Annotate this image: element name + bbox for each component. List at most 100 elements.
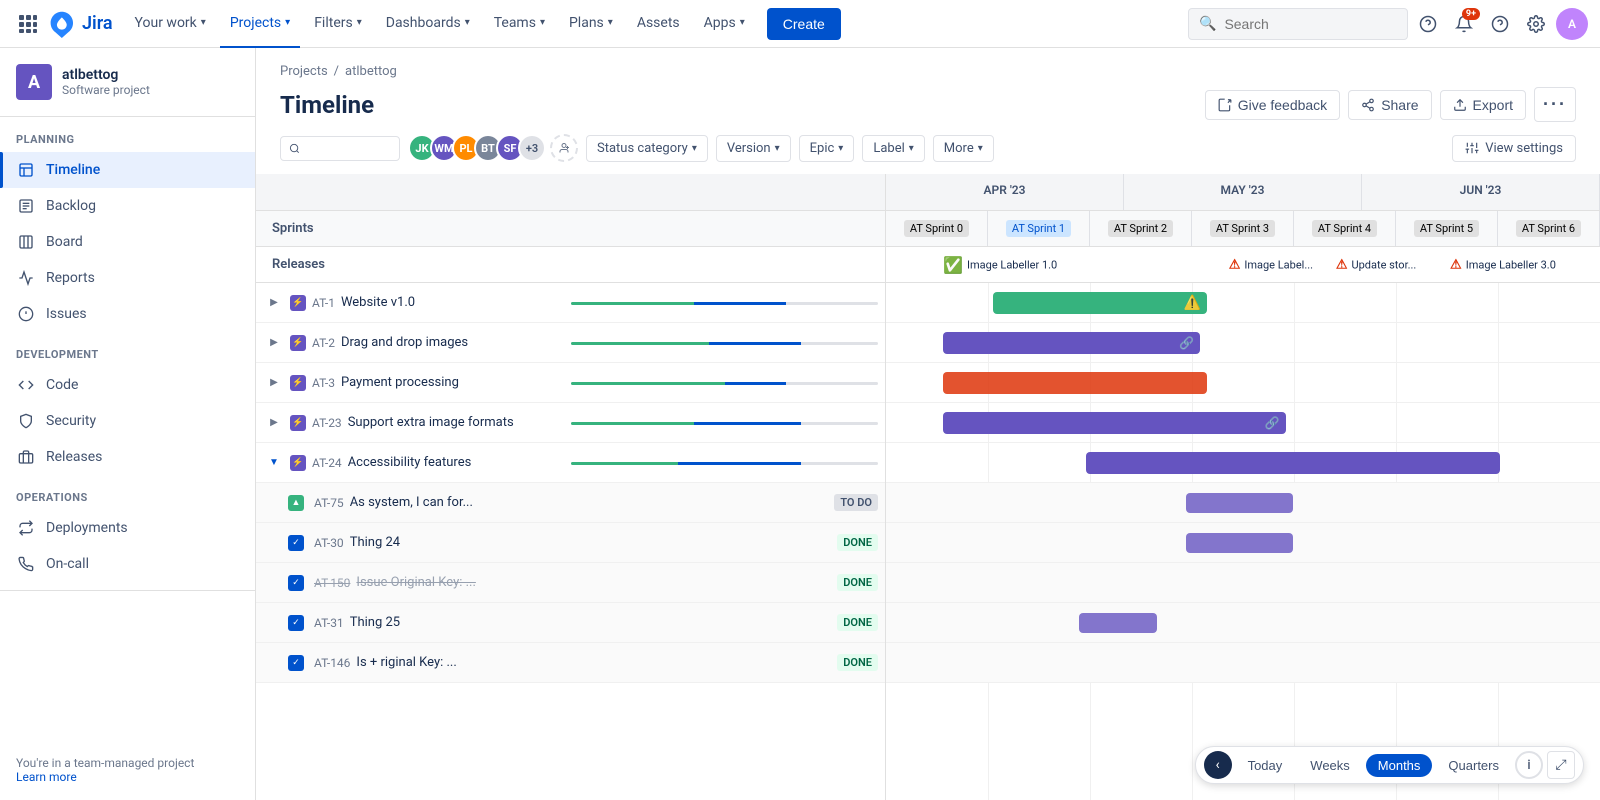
sprint-6-badge: AT Sprint 6	[1516, 220, 1581, 237]
breadcrumb-projects[interactable]: Projects	[280, 64, 328, 79]
issue-row-at1[interactable]: ▶ ⚡ AT-1 Website v1.0	[256, 283, 885, 323]
nav-assets[interactable]: Assets	[627, 0, 690, 48]
nav-teams[interactable]: Teams ▾	[484, 0, 555, 48]
gantt-body: ⚠️ 🔗	[886, 283, 1600, 800]
more-filter[interactable]: More ▾	[933, 135, 994, 162]
sidebar-item-backlog[interactable]: Backlog	[0, 188, 255, 224]
issue-row-at23[interactable]: ▶ ⚡ AT-23 Support extra image formats	[256, 403, 885, 443]
release-success-icon: ✅	[943, 255, 963, 274]
settings-icon[interactable]	[1520, 8, 1552, 40]
more-actions-button[interactable]: ···	[1534, 87, 1576, 122]
gantt-bar-at3[interactable]	[943, 372, 1207, 394]
sidebar-item-issues[interactable]: Issues	[0, 296, 255, 332]
timeline-search[interactable]	[280, 136, 400, 161]
task-icon: ✓	[288, 535, 304, 551]
gantt-row-at2: 🔗	[886, 323, 1600, 363]
breadcrumb-project[interactable]: atlbettog	[345, 64, 397, 79]
gantt-row-at24	[886, 443, 1600, 483]
epic-filter[interactable]: Epic ▾	[799, 135, 855, 162]
issue-row-at2[interactable]: ▶ ⚡ AT-2 Drag and drop images	[256, 323, 885, 363]
issue-row-at31[interactable]: ✓ AT-31 Thing 25 DONE	[256, 603, 885, 643]
gantt-bar-at2[interactable]: 🔗	[943, 332, 1200, 354]
nav-projects[interactable]: Projects ▾	[220, 0, 300, 48]
create-button[interactable]: Create	[767, 8, 841, 40]
status-badge: DONE	[837, 574, 878, 591]
sidebar-item-oncall[interactable]: On-call	[0, 546, 255, 582]
sidebar-item-security[interactable]: Security	[0, 403, 255, 439]
status-category-filter[interactable]: Status category ▾	[586, 135, 708, 162]
nav-plans[interactable]: Plans ▾	[559, 0, 623, 48]
sidebar-item-board[interactable]: Board	[0, 224, 255, 260]
issue-row-at3[interactable]: ▶ ⚡ AT-3 Payment processing	[256, 363, 885, 403]
help-circle-icon[interactable]	[1412, 8, 1444, 40]
nav-dashboards[interactable]: Dashboards ▾	[376, 0, 480, 48]
help-icon[interactable]	[1484, 8, 1516, 40]
timeline-search-input[interactable]	[304, 141, 391, 156]
expand-icon[interactable]: ▶	[264, 333, 284, 353]
breadcrumb: Projects / atlbettog	[280, 64, 1576, 79]
view-settings-button[interactable]: View settings	[1452, 135, 1576, 162]
info-button[interactable]: i	[1515, 751, 1543, 779]
search-box[interactable]: 🔍	[1188, 8, 1408, 40]
notifications-icon[interactable]: 9+	[1448, 8, 1480, 40]
user-avatar[interactable]: A	[1556, 8, 1588, 40]
issue-row-at146[interactable]: ✓ AT-146 Is + riginal Key: ... DONE	[256, 643, 885, 683]
today-button[interactable]: Today	[1236, 754, 1295, 777]
expand-icon[interactable]: ▶	[264, 413, 284, 433]
expand-button[interactable]: ⤢	[1547, 751, 1575, 779]
search-input[interactable]	[1224, 16, 1397, 32]
project-icon: A	[16, 64, 52, 100]
collapse-icon[interactable]: ▼	[264, 453, 284, 473]
chevron-down-icon: ▾	[978, 143, 983, 154]
export-button[interactable]: Export	[1440, 90, 1526, 120]
give-feedback-button[interactable]: Give feedback	[1205, 90, 1341, 120]
version-filter[interactable]: Version ▾	[716, 135, 791, 162]
backlog-icon	[16, 196, 36, 216]
sidebar-item-deployments[interactable]: Deployments	[0, 510, 255, 546]
page-actions: Give feedback Share Export ···	[1205, 87, 1576, 122]
gantt-bar-at23[interactable]: 🔗	[943, 412, 1286, 434]
nav-apps[interactable]: Apps ▾	[694, 0, 755, 48]
sidebar-item-code[interactable]: Code	[0, 367, 255, 403]
timeline-prev-button[interactable]: ‹	[1204, 751, 1232, 779]
releases-icon	[16, 447, 36, 467]
gantt-row-at30	[886, 523, 1600, 563]
sprints-label: Sprints	[272, 221, 314, 236]
sidebar-item-reports[interactable]: Reports	[0, 260, 255, 296]
issue-row-at30[interactable]: ✓ AT-30 Thing 24 DONE	[256, 523, 885, 563]
issue-row-at75[interactable]: ▲ AT-75 As system, I can for... TO DO	[256, 483, 885, 523]
project-header[interactable]: A atlbettog Software project	[0, 48, 255, 117]
left-month-header	[256, 174, 885, 211]
sidebar-item-timeline[interactable]: Timeline	[0, 152, 255, 188]
quarters-button[interactable]: Quarters	[1436, 754, 1511, 777]
jira-logo[interactable]: Jira	[48, 10, 113, 38]
board-icon	[16, 232, 36, 252]
gantt-bar-at30[interactable]	[1186, 533, 1293, 553]
code-icon	[16, 375, 36, 395]
add-person-button[interactable]	[550, 134, 578, 162]
sidebar: A atlbettog Software project PLANNING Ti…	[0, 48, 256, 800]
search-icon: 🔍	[1199, 16, 1216, 32]
nav-your-work[interactable]: Your work ▾	[125, 0, 216, 48]
sprint-3-badge: AT Sprint 3	[1210, 220, 1275, 237]
apps-grid-icon[interactable]	[12, 8, 44, 40]
gantt-bar-at24[interactable]	[1086, 452, 1500, 474]
gantt-row-at23: 🔗	[886, 403, 1600, 443]
weeks-button[interactable]: Weeks	[1298, 754, 1362, 777]
issue-summary: As system, I can for...	[350, 495, 829, 510]
learn-more-link[interactable]: Learn more	[16, 770, 77, 784]
gantt-bar-at75[interactable]	[1186, 493, 1293, 513]
share-button[interactable]: Share	[1348, 90, 1431, 120]
expand-icon[interactable]: ▶	[264, 293, 284, 313]
gantt-bar-at31[interactable]	[1079, 613, 1158, 633]
expand-icon[interactable]: ▶	[264, 373, 284, 393]
label-filter[interactable]: Label ▾	[862, 135, 924, 162]
issue-row-at24[interactable]: ▼ ⚡ AT-24 Accessibility features	[256, 443, 885, 483]
avatar-count[interactable]: +3	[518, 134, 546, 162]
epic-progress	[571, 422, 878, 425]
sidebar-item-releases[interactable]: Releases	[0, 439, 255, 475]
issue-row-at150[interactable]: ✓ AT-150 Issue Original Key: ... DONE	[256, 563, 885, 603]
gantt-bar-at1[interactable]: ⚠️	[993, 292, 1207, 314]
months-button[interactable]: Months	[1366, 754, 1433, 777]
nav-filters[interactable]: Filters ▾	[304, 0, 372, 48]
